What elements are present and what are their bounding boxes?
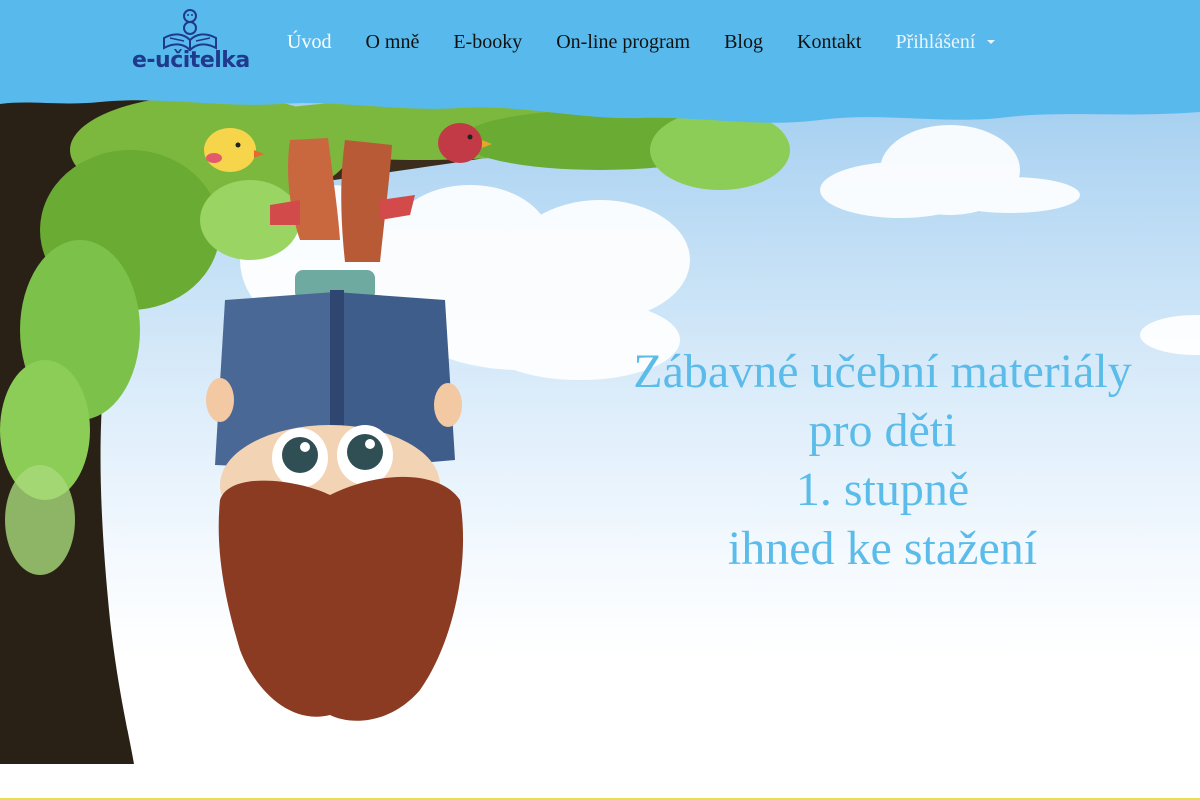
nav-item-o-mne[interactable]: O mně	[348, 28, 436, 56]
caret-down-icon	[987, 40, 996, 44]
site-logo[interactable]: e-učitelka	[130, 8, 250, 78]
nav-item-blog[interactable]: Blog	[707, 28, 780, 56]
login-label: Přihlášení	[895, 31, 976, 53]
nav-item-login[interactable]: Přihlášení	[878, 28, 1012, 56]
nav-item-uvod[interactable]: Úvod	[270, 28, 348, 56]
headline-line: Zábavné učební materiály	[633, 345, 1132, 398]
left-hand	[206, 378, 234, 422]
boy-hair	[218, 476, 464, 721]
right-hand	[434, 383, 462, 427]
headline-line: 1. stupně	[795, 463, 970, 516]
site-header: e-učitelka Úvod O mně E-booky On-line pr…	[0, 0, 1200, 123]
hero-headline: Zábavné učební materiály pro děti 1. stu…	[600, 342, 1165, 578]
book-reader-icon	[163, 9, 217, 52]
logo-text: e-učitelka	[132, 48, 250, 73]
nav-item-online-program[interactable]: On-line program	[539, 28, 707, 56]
headline-line: ihned ke stažení	[727, 522, 1038, 575]
nav-item-kontakt[interactable]: Kontakt	[780, 28, 878, 56]
headline-line: pro děti	[808, 404, 957, 457]
main-nav: Úvod O mně E-booky On-line program Blog …	[270, 28, 1012, 56]
nav-item-e-booky[interactable]: E-booky	[436, 28, 539, 56]
